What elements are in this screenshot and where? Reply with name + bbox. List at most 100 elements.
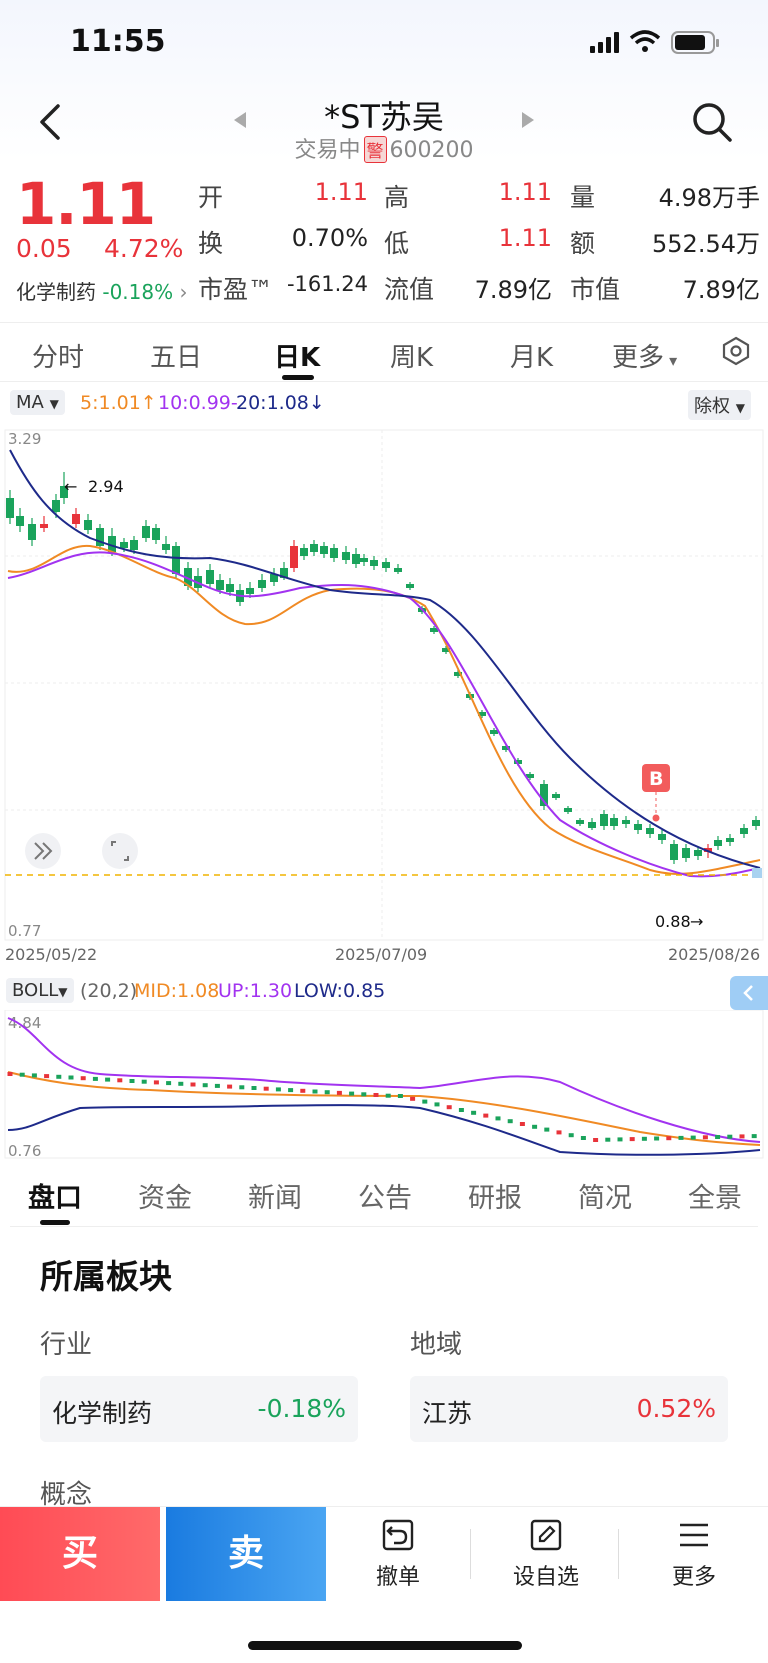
cancel-order-label: 撤单 — [375, 1565, 420, 1590]
turnover-value: 0.70% — [291, 224, 368, 252]
boll-candle — [324, 1090, 330, 1095]
boll-candle — [288, 1088, 294, 1093]
candle-body — [394, 568, 402, 572]
candlesticks — [6, 472, 760, 864]
candle-body — [682, 848, 690, 858]
boll-candle — [19, 1072, 25, 1077]
boll-candle — [629, 1137, 635, 1142]
boll-candle — [434, 1102, 440, 1107]
status-icons — [588, 28, 728, 58]
fullscreen-button[interactable] — [102, 833, 138, 869]
kline-chart[interactable]: 3.29 0.77 ← 2.94 0.88 → B 2025/05/22 202… — [0, 428, 768, 968]
candle-body — [600, 814, 608, 826]
boll-candle — [105, 1077, 111, 1082]
hexagon-settings-icon — [722, 336, 750, 366]
boll-candle — [178, 1081, 184, 1086]
boll-candle — [556, 1130, 562, 1135]
caret-down-icon: ▾ — [664, 351, 678, 370]
boll-candle — [702, 1135, 708, 1140]
adjust-selector[interactable]: 除权 ▼ — [688, 390, 751, 420]
candle-body — [52, 500, 60, 512]
float-cap-label: 流值 — [384, 275, 435, 304]
tab-profile[interactable]: 简况 — [578, 1176, 632, 1215]
tab-five-day[interactable]: 五日 — [150, 337, 202, 374]
low-label: 低 — [384, 229, 410, 258]
low-marker: 0.88 → — [655, 912, 703, 931]
expand-button[interactable] — [25, 833, 61, 869]
boll-candle — [251, 1086, 257, 1090]
volume-label: 量 — [570, 183, 596, 212]
sector-link[interactable]: 化学制药 -0.18% › — [16, 276, 187, 305]
region-pct: 0.52% — [636, 1394, 716, 1423]
add-watchlist-button[interactable]: 设自选 — [496, 1515, 596, 1591]
boll-candle — [7, 1072, 13, 1076]
boll-candle — [263, 1086, 269, 1091]
stock-subtitle: 交易中警 600200 — [0, 132, 768, 164]
region-name: 江苏 — [422, 1399, 473, 1428]
candle-body — [246, 588, 254, 594]
search-button[interactable] — [690, 100, 734, 144]
tab-announcements[interactable]: 公告 — [358, 1176, 412, 1215]
candle-body — [290, 546, 298, 568]
turnover-label: 换 — [198, 229, 224, 258]
toolbar-divider — [470, 1529, 471, 1579]
industry-label: 行业 — [40, 1330, 93, 1360]
ma5-value: 5:1.01↑ — [80, 392, 157, 414]
divider — [10, 1226, 758, 1227]
collapse-panel-button[interactable] — [730, 976, 768, 1010]
ma10-line — [7, 551, 761, 878]
cancel-order-button[interactable]: 撤单 — [348, 1515, 448, 1591]
candle-body — [610, 818, 618, 826]
tab-research[interactable]: 研报 — [468, 1176, 522, 1215]
more-button[interactable]: 更多 — [644, 1515, 744, 1591]
boll-candle — [56, 1074, 62, 1079]
status-time: 11:55 — [70, 24, 166, 59]
candle-body — [310, 544, 318, 552]
tab-funds[interactable]: 资金 — [138, 1176, 192, 1215]
region-card[interactable]: 江苏 0.52% — [410, 1376, 728, 1442]
amount-label: 额 — [570, 229, 596, 258]
tab-more[interactable]: 更多 ▾ — [612, 337, 677, 374]
tab-weekly-k[interactable]: 周K — [390, 337, 433, 374]
boll-candle — [593, 1138, 599, 1142]
tab-overview[interactable]: 全景 — [688, 1176, 742, 1215]
active-tab-underline — [282, 375, 314, 380]
boll-candle — [117, 1078, 123, 1083]
candle-body — [406, 584, 414, 588]
date-start: 2025/05/22 — [5, 945, 97, 964]
candle-body — [490, 730, 498, 734]
boll-up: UP:1.30 — [218, 980, 293, 1002]
boll-candle — [617, 1137, 623, 1142]
boll-chart[interactable]: 4.84 0.76 — [0, 1010, 768, 1160]
boll-lower-line — [7, 1104, 761, 1156]
buy-signal-label: B — [649, 768, 663, 790]
edit-icon — [530, 1519, 562, 1551]
open-value: 1.11 — [314, 178, 368, 206]
tab-intraday[interactable]: 分时 — [32, 337, 84, 374]
boll-selector[interactable]: BOLL▼ — [6, 978, 74, 1003]
candle-body — [740, 828, 748, 834]
indicator-selector[interactable]: MA ▼ — [10, 390, 65, 415]
caret-down-icon: ▼ — [58, 985, 68, 999]
boll-candle — [495, 1116, 501, 1121]
candle-body — [320, 546, 328, 554]
boll-candle — [129, 1079, 135, 1083]
tab-order-book[interactable]: 盘口 — [28, 1176, 82, 1215]
buy-button[interactable]: 买 — [0, 1507, 160, 1601]
boll-candle — [275, 1087, 281, 1092]
industry-card[interactable]: 化学制药 -0.18% — [40, 1376, 358, 1442]
sell-button[interactable]: 卖 — [166, 1507, 326, 1601]
boll-candle — [202, 1083, 208, 1088]
boll-candle — [336, 1090, 342, 1095]
buy-signal-marker[interactable]: B — [642, 764, 670, 822]
tab-daily-k[interactable]: 日K — [274, 337, 320, 374]
chart-settings-button[interactable] — [720, 335, 752, 371]
kline-bottom-label: 0.77 — [8, 922, 41, 940]
pe-value: -161.24 — [286, 272, 368, 296]
current-price: 1.11 — [16, 170, 156, 238]
boll-mid-line — [7, 1071, 761, 1146]
tab-monthly-k[interactable]: 月K — [510, 337, 553, 374]
ma10-value: 10:0.99- — [158, 392, 238, 414]
tab-news[interactable]: 新闻 — [248, 1176, 302, 1215]
boll-candle — [44, 1074, 50, 1079]
